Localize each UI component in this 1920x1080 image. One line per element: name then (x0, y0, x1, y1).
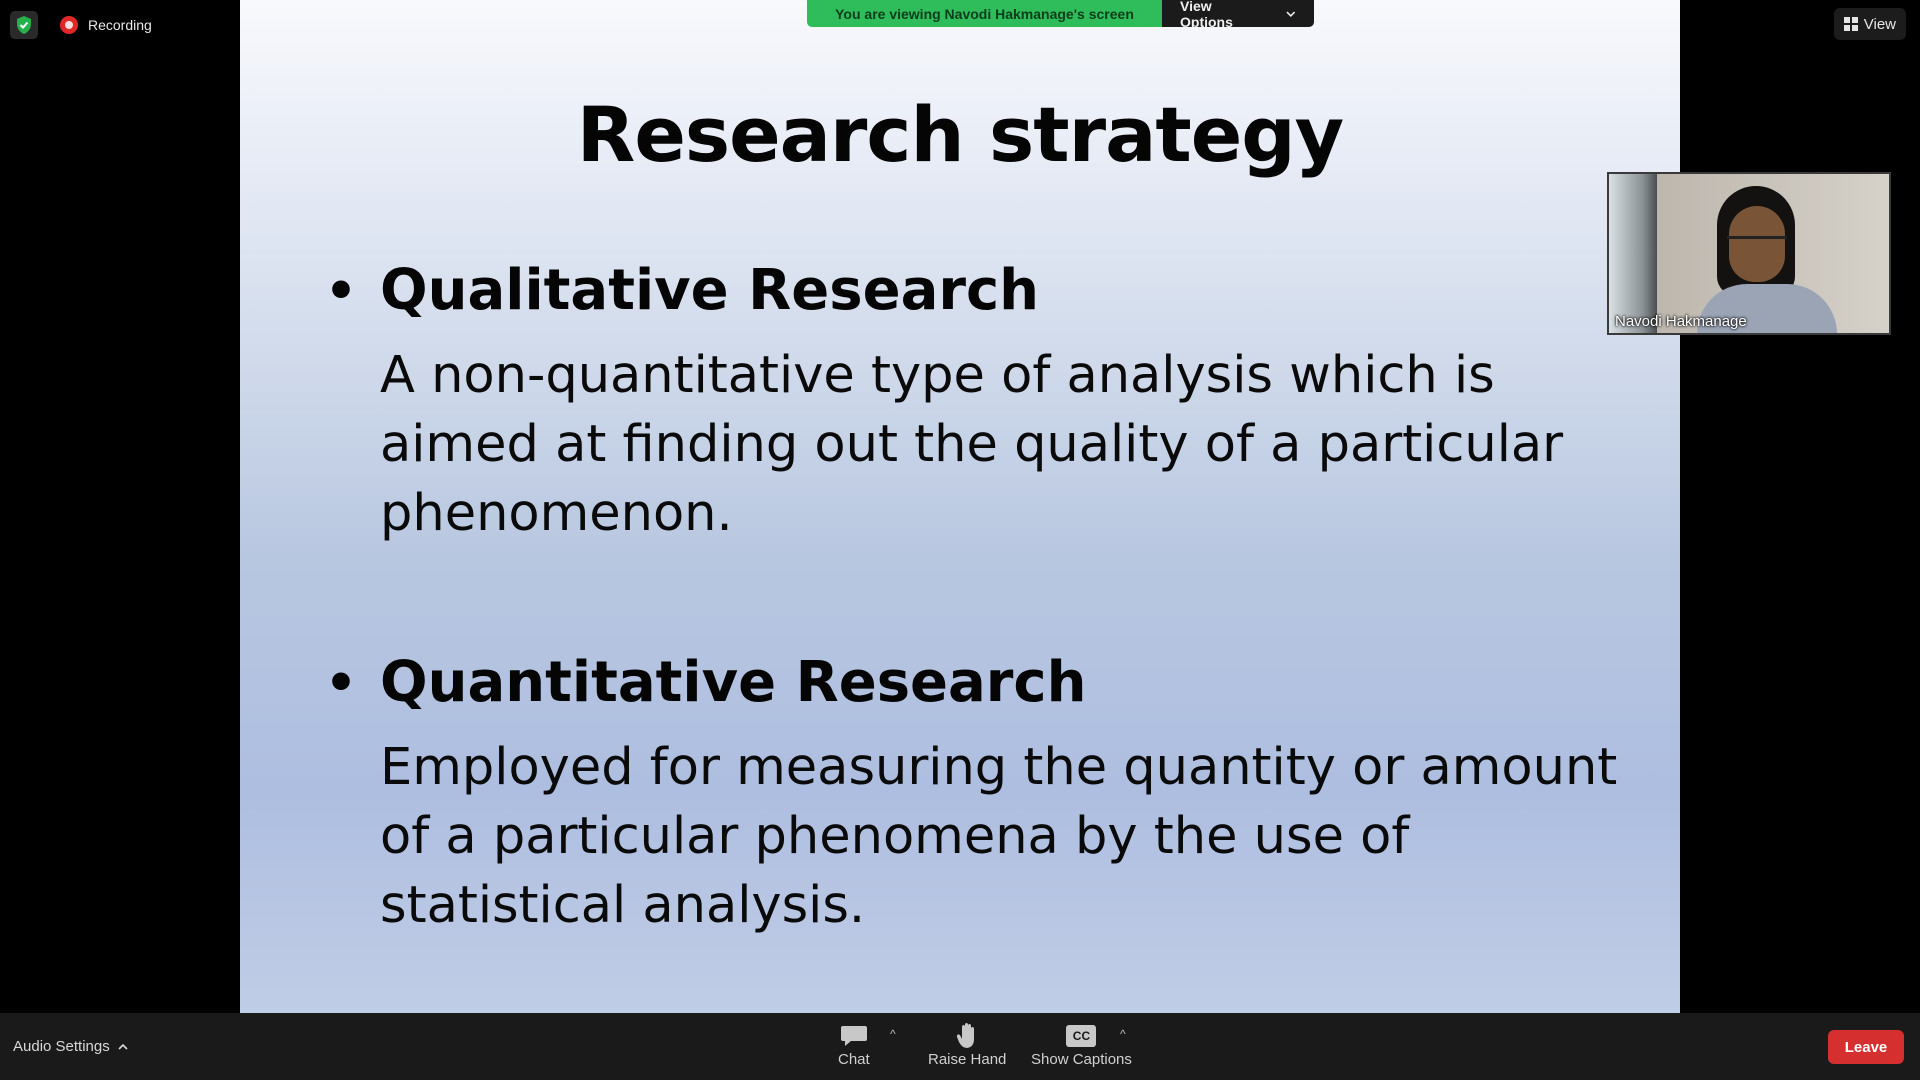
view-button-label: View (1863, 15, 1896, 33)
show-captions-label: Show Captions (1031, 1051, 1132, 1068)
raise-hand-icon (955, 1021, 979, 1051)
bullet-dot: • (325, 261, 357, 320)
bullet-dot: • (325, 653, 357, 712)
raise-hand-button[interactable]: Raise Hand (928, 1021, 1006, 1068)
closed-captions-icon: CC (1066, 1021, 1097, 1051)
view-button[interactable]: View (1833, 8, 1906, 40)
bullet-body: Employed for measuring the quantity or a… (380, 738, 1618, 935)
chevron-down-icon (1286, 11, 1296, 17)
viewing-screen-notice: You are viewing Navodi Hakmanage's scree… (807, 0, 1162, 27)
chat-icon (840, 1021, 868, 1051)
slide-title: Research strategy (576, 90, 1344, 179)
participant-video-tile[interactable]: Navodi Hakmanage (1607, 172, 1891, 335)
meeting-status-bar: Recording (10, 10, 152, 40)
recording-icon (60, 16, 78, 34)
view-options-label: View Options (1180, 0, 1233, 27)
recording-indicator[interactable]: Recording (60, 16, 152, 34)
bullet-quantitative: • Quantitative Research Employed for mea… (325, 650, 1625, 940)
screen-share-banner: You are viewing Navodi Hakmanage's scree… (807, 0, 1314, 27)
leave-button[interactable]: Leave (1828, 1030, 1904, 1064)
audio-settings-button[interactable]: Audio Settings (13, 1013, 128, 1080)
shared-screen-slide: Research strategy • Qualitative Research… (240, 0, 1680, 1013)
grid-view-icon (1843, 17, 1858, 31)
chat-options-caret[interactable]: ^ (890, 1027, 896, 1041)
encryption-shield-icon[interactable] (10, 11, 38, 39)
bullet-heading: Quantitative Research (380, 650, 1087, 715)
bullet-qualitative: • Qualitative Research A non-quantitativ… (325, 258, 1625, 548)
bullet-body: A non-quantitative type of analysis whic… (380, 346, 1564, 543)
chat-button[interactable]: Chat (838, 1021, 870, 1068)
raise-hand-label: Raise Hand (928, 1051, 1007, 1068)
audio-settings-label: Audio Settings (13, 1038, 110, 1055)
show-captions-button[interactable]: CC Show Captions (1031, 1021, 1132, 1068)
chevron-up-icon (118, 1043, 128, 1050)
bullet-heading: Qualitative Research (380, 258, 1040, 323)
participant-name: Navodi Hakmanage (1615, 313, 1747, 330)
view-options-button[interactable]: View Options (1162, 0, 1314, 27)
chat-label: Chat (838, 1051, 870, 1068)
meeting-toolbar: Audio Settings Chat ^ Raise Hand CC Show… (0, 1013, 1920, 1080)
recording-label: Recording (88, 17, 152, 33)
captions-options-caret[interactable]: ^ (1120, 1027, 1126, 1041)
